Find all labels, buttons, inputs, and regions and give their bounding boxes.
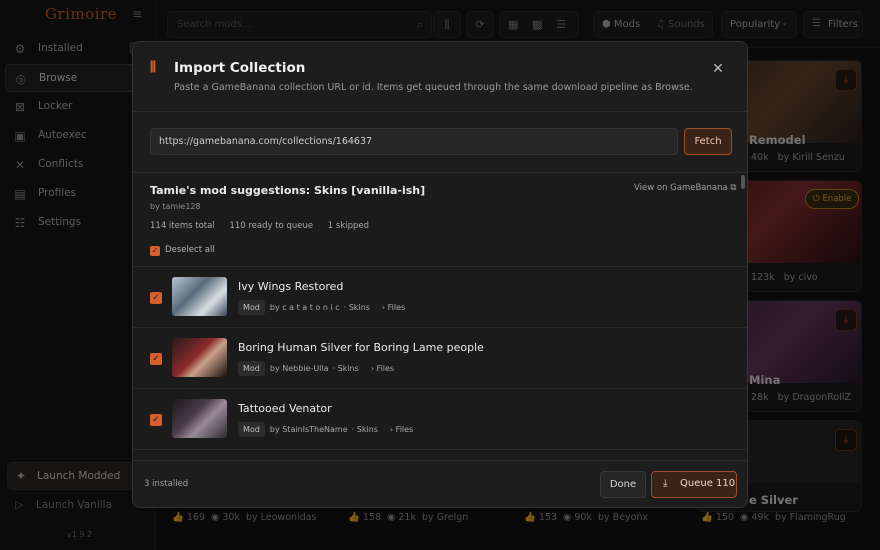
download-icon: ⤓ bbox=[663, 478, 668, 489]
installed-count: 3 installed bbox=[144, 479, 189, 489]
collection-url-input[interactable] bbox=[150, 128, 678, 155]
view-on-gamebanana-link[interactable]: View on GameBanana ⧉ bbox=[634, 183, 736, 193]
view-link-label: View on GameBanana bbox=[634, 183, 728, 193]
mod-tag: Mod bbox=[238, 361, 265, 376]
close-icon[interactable]: ✕ bbox=[711, 62, 725, 76]
files-label: Files bbox=[395, 425, 414, 434]
library-icon: ⫼ bbox=[150, 60, 156, 75]
mod-author: by StainIsTheName bbox=[269, 425, 348, 434]
list-item[interactable]: ✓ Ivy Wings Restored Mod by c a t a t o n… bbox=[133, 266, 747, 327]
item-checkbox[interactable]: ✓ bbox=[150, 414, 162, 426]
deselect-all-label: Deselect all bbox=[165, 245, 215, 255]
item-checkbox[interactable]: ✓ bbox=[150, 353, 162, 365]
files-toggle[interactable]: › Files bbox=[371, 364, 394, 373]
mod-category: · Skins bbox=[351, 425, 378, 434]
dialog-title: Import Collection bbox=[174, 60, 306, 76]
files-toggle[interactable]: › Files bbox=[382, 303, 405, 312]
mod-thumbnail bbox=[172, 338, 227, 377]
mod-tag: Mod bbox=[238, 300, 265, 315]
queue-label: Queue 110 bbox=[680, 478, 736, 489]
collection-stats: 114 items total 110 ready to queue 1 ski… bbox=[150, 221, 381, 231]
app-window: Grimoire ≡ ⚙ Installed 11 ◎ Browse ⊠ Loc… bbox=[0, 0, 880, 550]
mod-meta: Mod by Nebbie-Ulla · Skins › Files bbox=[238, 361, 394, 377]
fetch-button[interactable]: Fetch bbox=[684, 128, 732, 155]
skipped-count: 1 skipped bbox=[327, 221, 370, 231]
divider bbox=[133, 111, 747, 112]
mod-name: Boring Human Silver for Boring Lame peop… bbox=[238, 341, 484, 354]
item-checkbox[interactable]: ✓ bbox=[150, 292, 162, 304]
external-link-icon: ⧉ bbox=[730, 183, 737, 193]
mod-tag: Mod bbox=[238, 422, 265, 437]
ready-count: 110 ready to queue bbox=[229, 221, 314, 231]
list-item[interactable]: ✓ Tattooed Venator Mod by StainIsTheName ·… bbox=[133, 388, 747, 449]
scrollbar[interactable] bbox=[741, 175, 745, 189]
mod-thumbnail bbox=[172, 277, 227, 316]
mod-thumbnail bbox=[172, 399, 227, 438]
divider bbox=[133, 460, 747, 461]
queue-button[interactable]: ⤓ Queue 110 bbox=[651, 471, 737, 498]
mod-author: by Nebbie-Ulla bbox=[269, 364, 329, 373]
items-total: 114 items total bbox=[150, 221, 215, 231]
mod-meta: Mod by c a t a t o n i c · Skins › Files bbox=[238, 300, 405, 316]
collection-title: Tamie's mod suggestions: Skins [vanilla-… bbox=[150, 184, 426, 197]
files-label: Files bbox=[376, 364, 395, 373]
files-label: Files bbox=[387, 303, 406, 312]
import-collection-dialog: ⫼ Import Collection Paste a GameBanana c… bbox=[132, 41, 748, 508]
mod-category: · Skins bbox=[343, 303, 370, 312]
list-item[interactable]: ✓ Boring Human Silver for Boring Lame pe… bbox=[133, 327, 747, 388]
list-item[interactable] bbox=[133, 449, 747, 460]
mod-name: Ivy Wings Restored bbox=[238, 280, 344, 293]
collection-content: Tamie's mod suggestions: Skins [vanilla-… bbox=[133, 173, 747, 460]
mod-name: Tattooed Venator bbox=[238, 402, 332, 415]
deselect-all-checkbox[interactable]: ✓ bbox=[150, 246, 160, 256]
files-toggle[interactable]: › Files bbox=[390, 425, 413, 434]
mod-category: · Skins bbox=[332, 364, 359, 373]
mod-meta: Mod by StainIsTheName · Skins › Files bbox=[238, 422, 413, 438]
dialog-subtitle: Paste a GameBanana collection URL or id.… bbox=[174, 82, 693, 93]
done-button[interactable]: Done bbox=[600, 471, 646, 498]
mod-author: by c a t a t o n i c bbox=[269, 303, 340, 312]
collection-author: by tamie128 bbox=[150, 202, 201, 211]
